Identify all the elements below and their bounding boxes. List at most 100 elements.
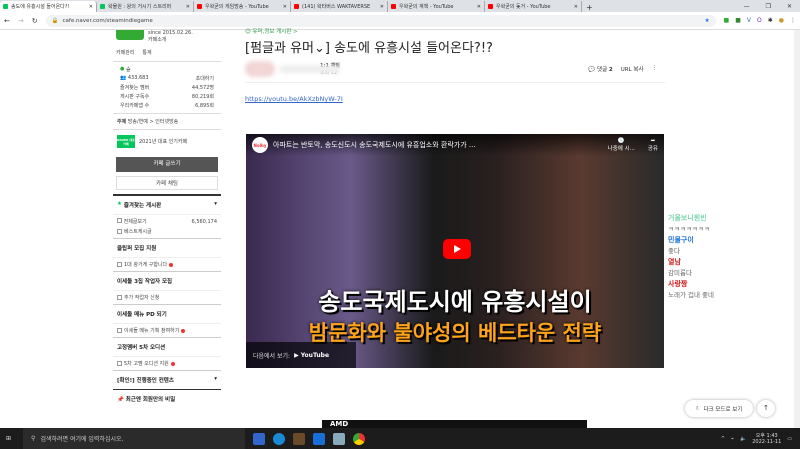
volume-icon[interactable]: 🔈 [740,436,746,442]
taskbar-search[interactable]: ⚲ 검색하려면 여기에 입력하십시오. [23,428,246,449]
extension-icon[interactable]: ■ [724,17,730,24]
stat-value: 6,895회 [195,103,214,109]
fav-boards-header[interactable]: 즐겨찾는 게시판 [124,201,161,209]
write-post-button[interactable]: 카페 글쓰기 [116,157,218,172]
url-bar[interactable]: 🔒 cafe.naver.com/steamindiegame ★ [45,14,716,27]
level-icon: ● [120,66,125,72]
vscode-icon[interactable] [313,432,326,445]
naver-cafe-icon [100,4,105,9]
stat-value: 44,572명 [191,85,214,91]
reload-button[interactable]: ↻ [32,17,38,25]
article-title: [펌글과 유머⌄] 송도에 유흥시설 들어온다?!? [245,41,493,56]
cafe-chat-button[interactable]: 카페 채팅 [116,176,218,190]
board-link[interactable]: 5차 고멤 오디션 지원 [124,360,169,367]
close-icon[interactable]: ✕ [574,4,578,10]
play-button[interactable] [443,239,471,259]
watch-on-label: 다음에서 보기: [253,352,291,360]
all-posts-link[interactable]: 전체글보기 [124,219,147,225]
youtube-embed[interactable]: Nolby 아파트는 반토막, 송도신도시 송도국제도시에 유흥업소와 환락가가… [246,134,664,368]
app-icon[interactable] [333,432,346,445]
extension-icon[interactable]: ■ [735,17,741,24]
windows-start-icon[interactable]: ⊞ [6,435,11,442]
extension-icon[interactable]: V [747,17,751,24]
notice-link[interactable]: 최근엔 회원만의 비밀 [126,397,175,403]
clock-time[interactable]: 오후 1:43 [752,432,781,439]
windows-taskbar: ⊞ ⚲ 검색하려면 여기에 입력하십시오. ^ ⌁ 🔈 오후 1:43 2022-11-1… [0,428,800,449]
close-icon[interactable]: ✕ [477,4,481,10]
board-link[interactable]: 1대 왕가게 구합니다 [124,261,167,268]
topic-value[interactable]: 방송/연예 > 인터넷방송 [128,119,178,125]
chevron-down-icon[interactable]: ▾ [214,376,217,384]
browser-tab[interactable]: 우왁굳의 계책 - YouTube ✕ [388,1,485,12]
cafe-logo[interactable] [116,30,144,40]
chevron-down-icon[interactable]: ▾ [214,201,217,209]
url-copy-button[interactable]: URL 복사 [621,65,644,73]
stats-link[interactable]: 통계 [142,49,151,56]
close-icon[interactable]: ✕ [380,4,384,10]
cafe-intro-link[interactable]: 카페소개 [148,36,193,43]
task-view-icon[interactable] [253,432,266,445]
member-count: 433,683 [127,75,149,81]
comment-count: 2 [608,66,613,73]
close-icon[interactable]: ✕ [283,4,287,10]
restore-button[interactable]: ❐ [766,3,771,10]
close-icon[interactable]: ✕ [186,4,190,10]
best-posts-link[interactable]: 베스트게시글 [124,228,152,235]
browser-tab[interactable]: 왁물원 : 왕의 거시기 스트리머 ✕ [97,1,194,12]
ad-brand: AMD [330,420,349,428]
video-title[interactable]: 아파트는 반토막, 송도신도시 송도국제도시에 유흥업소와 환락가가 ... [273,140,603,150]
close-window-button[interactable]: ✕ [787,3,792,10]
forward-button[interactable]: → [18,17,24,25]
channel-avatar[interactable]: Nolby [252,137,268,153]
board-group-header: 이세돌 3집 작업자 모집 [113,271,221,290]
close-icon[interactable]: ✕ [89,4,93,10]
puzzle-icon[interactable]: ✱ [768,17,773,24]
comments-button[interactable]: 댓글 [597,67,607,73]
dark-mode-button[interactable]: ☾ 다크 모드로 보기 [685,400,753,417]
bookmark-star-icon[interactable]: ★ [705,18,710,24]
notification-icon[interactable]: ▭ [787,436,792,442]
minecraft-icon[interactable] [293,432,306,445]
back-button[interactable]: ← [4,17,10,25]
progress-content-header[interactable]: [확인!] 진행중인 컨텐츠 [117,376,174,384]
comment-icon: 💬 [588,66,596,73]
share-button[interactable]: ➦ 공유 [648,138,658,152]
author-avatar[interactable] [245,60,275,77]
watch-later-button[interactable]: 🕓 나중에 시... [608,138,635,152]
chat-message: 감미롭다 [668,269,692,277]
edge-icon[interactable] [273,432,286,445]
stat-value: 80,219회 [191,94,214,100]
scrollbar[interactable] [794,30,800,428]
browser-tab[interactable]: 우왁굳의 게임방송 - YouTube ✕ [194,1,291,12]
board-link[interactable]: 추가 작업자 신청 [124,294,159,301]
extension-icon[interactable]: O [757,17,762,24]
author-name[interactable] [280,64,340,73]
cafe-level: 숲 [125,67,131,73]
board-icon [117,262,122,267]
invite-link[interactable]: 초대하기 [196,75,214,82]
profile-avatar[interactable]: ● [779,17,784,24]
browser-tab[interactable]: (141) 왁타버스 WAKTAVERSE ✕ [291,1,388,12]
members-icon: 👥 [120,75,127,81]
search-placeholder: 검색하려면 여기에 입력하십시오. [40,436,124,443]
menu-icon[interactable]: ⋮ [790,17,796,24]
clock-date[interactable]: 2022-11-11 [752,439,781,445]
browser-tab[interactable]: 송도에 유흥시설 들어온다?! ✕ [0,1,97,12]
cafe-manage-link[interactable]: 카페관리 [116,49,134,56]
chrome-icon[interactable] [353,432,366,445]
board-category-link[interactable]: 유머,정보 게시판 > [252,29,297,35]
network-icon[interactable]: ⌁ [731,436,734,442]
browser-tab[interactable]: 우왁굳의 돚거 - YouTube ✕ [485,1,582,12]
pin-icon: 📌 [117,397,124,403]
youtube-link[interactable]: https://youtu.be/AkXzbNyW-7I [245,95,665,103]
moon-icon: ☾ [695,405,701,412]
minimize-button[interactable]: — [744,3,750,10]
tray-chevron-icon[interactable]: ^ [721,436,725,442]
scroll-top-button[interactable]: ↑ [757,400,775,417]
new-tab-button[interactable]: + [582,3,597,12]
board-link[interactable]: 이세돌 메뉴 기획 참여하기 [124,327,179,334]
chat-message: 노래가 겁내 좋네 [668,291,714,299]
more-icon[interactable]: ⋮ [652,65,658,73]
watch-on-youtube[interactable]: 다음에서 보기: ▶ YouTube [246,342,356,368]
clock-icon: 🕓 [617,138,625,144]
